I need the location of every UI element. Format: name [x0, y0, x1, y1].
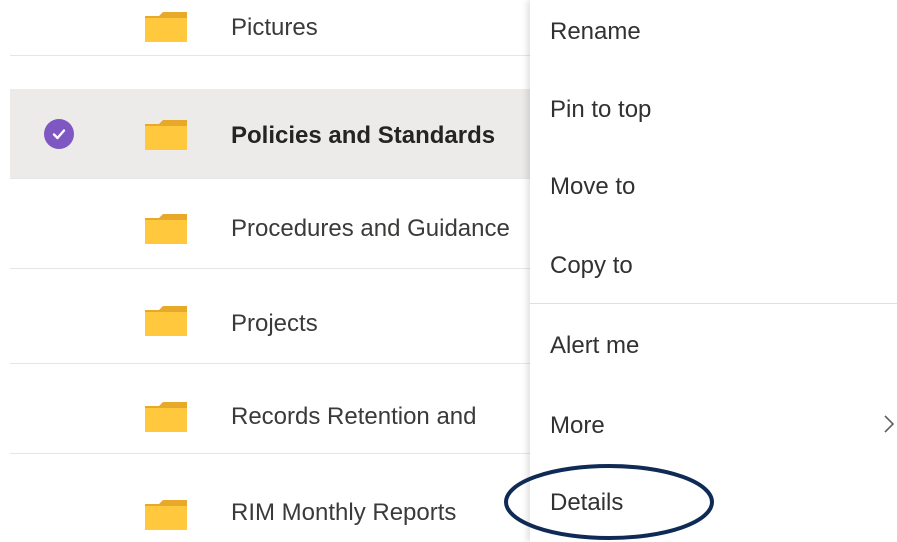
menu-item-label: Move to	[550, 173, 636, 200]
menu-item-label: Alert me	[550, 332, 640, 359]
folder-icon	[145, 214, 187, 244]
file-name[interactable]: Projects	[231, 309, 318, 339]
menu-item-details[interactable]: Details	[530, 472, 897, 532]
menu-item-move-to[interactable]: Move to	[530, 158, 897, 218]
menu-item-label: Rename	[550, 18, 641, 45]
folder-icon	[145, 120, 187, 150]
file-name[interactable]: RIM Monthly Reports	[231, 498, 456, 528]
context-menu: Rename Pin to top Move to Copy to Alert …	[530, 0, 897, 542]
chevron-right-icon	[884, 415, 895, 433]
file-name[interactable]: Procedures and Guidance	[231, 214, 510, 244]
menu-item-label: More	[550, 412, 605, 439]
checkmark-icon	[52, 129, 66, 140]
menu-item-copy-to[interactable]: Copy to	[530, 238, 897, 298]
menu-item-label: Copy to	[550, 252, 633, 279]
menu-item-label: Details	[550, 489, 624, 516]
menu-item-label: Pin to top	[550, 96, 652, 123]
folder-icon	[145, 402, 187, 432]
menu-item-alert-me[interactable]: Alert me	[530, 318, 897, 378]
menu-item-pin-to-top[interactable]: Pin to top	[530, 77, 897, 137]
menu-divider	[530, 303, 897, 304]
selected-check-icon[interactable]	[44, 119, 74, 149]
file-name[interactable]: Pictures	[231, 13, 318, 43]
folder-icon	[145, 12, 187, 42]
folder-icon	[145, 500, 187, 530]
folder-icon	[145, 306, 187, 336]
file-name[interactable]: Policies and Standards	[231, 121, 495, 151]
screenshot-stage: Pictures Policies and Standards Procedur…	[0, 0, 897, 542]
menu-item-more[interactable]: More	[530, 394, 897, 454]
file-name[interactable]: Records Retention and	[231, 402, 476, 432]
menu-item-rename[interactable]: Rename	[530, 0, 897, 60]
